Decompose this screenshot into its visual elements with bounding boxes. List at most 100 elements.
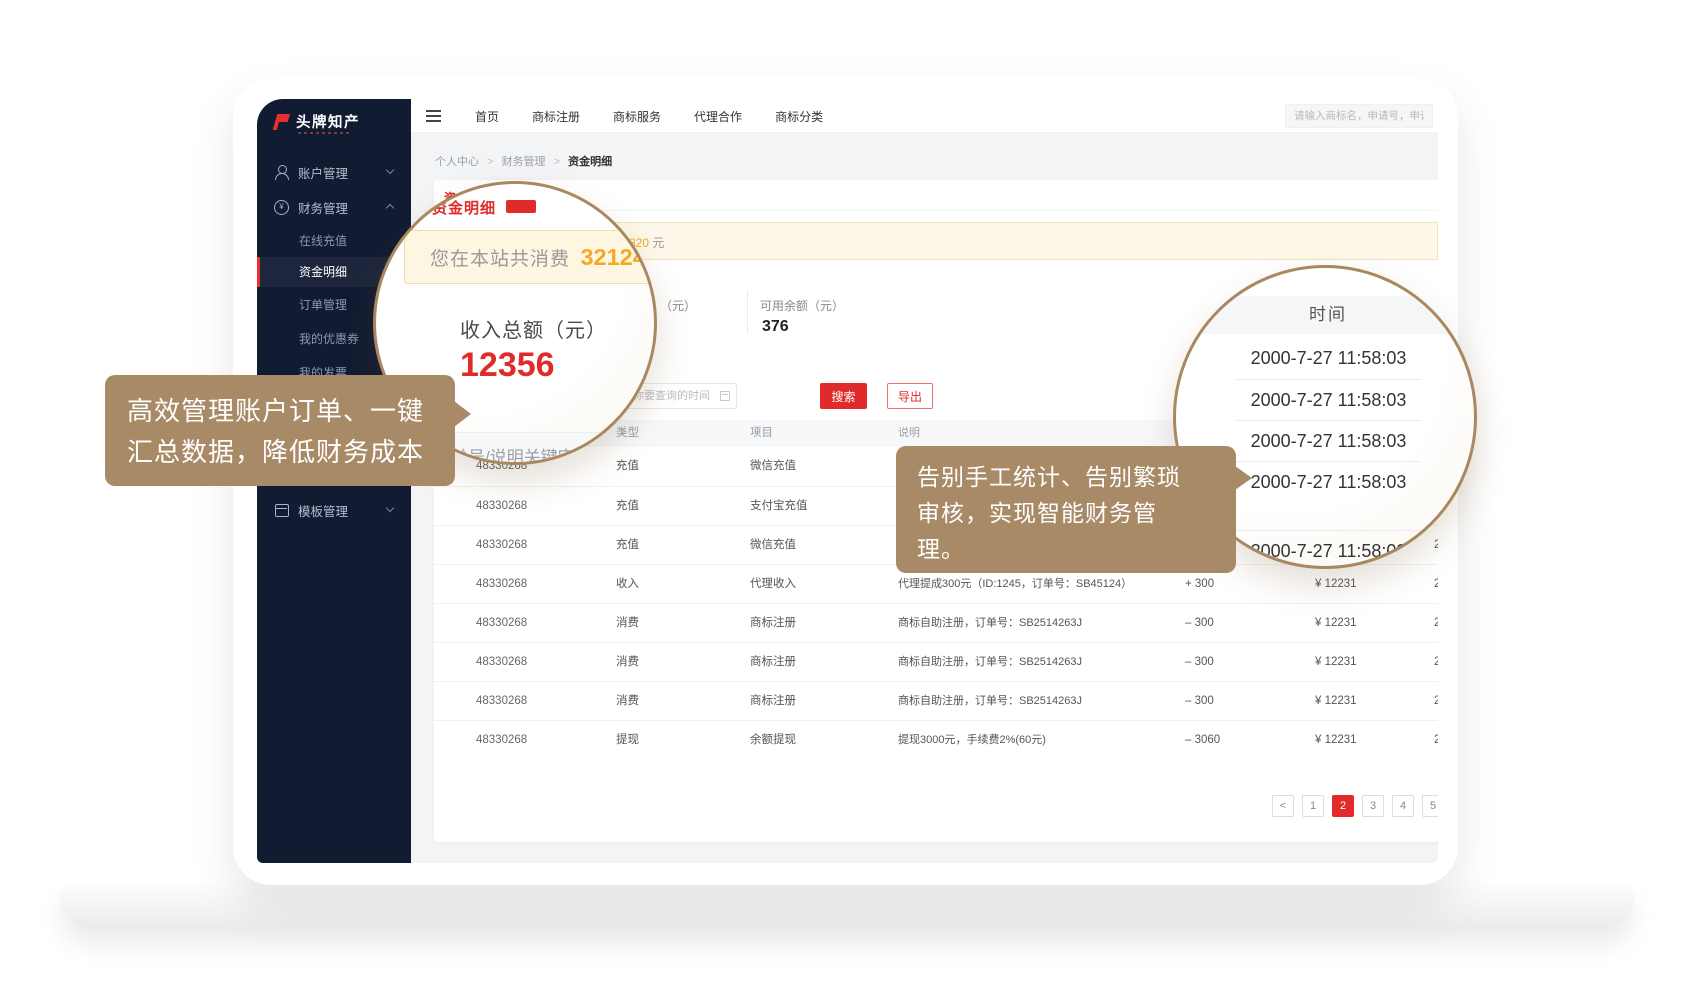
expense-stat-label: （元） [660, 297, 696, 314]
header-project[interactable]: 项目 [750, 420, 760, 447]
pagination-page-4[interactable]: 4 [1392, 795, 1414, 817]
tooltip-left-line2: 汇总数据，降低财务成本 [127, 432, 455, 473]
pagination: < 1 2 3 4 5 [1272, 795, 1438, 817]
header-project-label: 项目 [750, 420, 773, 447]
top-navbar: 首页 商标注册 商标服务 代理合作 商标分类 [411, 99, 1438, 133]
tooltip-left-line1: 高效管理账户订单、一键 [127, 391, 455, 432]
cell-amount: – 300 [1185, 682, 1214, 721]
tooltip-right: 告别手工统计、告别繁琐 审核，实现智能财务管 理。 [896, 446, 1236, 573]
search-button[interactable]: 搜索 [820, 383, 867, 409]
pagination-page-3[interactable]: 3 [1362, 795, 1384, 817]
sidebar-item-account[interactable]: 账户管理 [257, 157, 411, 187]
breadcrumb-item[interactable]: 个人中心 [435, 156, 479, 168]
cell-desc: 商标自助注册，订单号：SB2514263J [898, 604, 1082, 643]
balance-stat-value: 376 [762, 318, 789, 336]
finance-icon [274, 200, 288, 214]
pagination-page-5[interactable]: 5 [1422, 795, 1438, 817]
lens-card-tab: 资金明细 [432, 197, 496, 218]
person-icon [274, 165, 288, 179]
template-icon [274, 503, 288, 517]
cell-amount: – 3060 [1185, 721, 1220, 760]
lens-time-row: 2000-7-27 11:58:03 [1236, 461, 1421, 502]
tooltip-left: 高效管理账户订单、一键 汇总数据，降低财务成本 [105, 375, 455, 486]
breadcrumb-separator: > [487, 156, 493, 168]
table-row: 48330268 消费 商标注册 商标自助注册，订单号：SB2514263J –… [434, 603, 1438, 642]
cell-desc: 商标自助注册，订单号：SB2514263J [898, 682, 1082, 721]
cell-order: 48330268 [476, 565, 527, 604]
cell-time: 2000-7-27 11:58:03 [1434, 604, 1438, 643]
cell-desc: 提现3000元，手续费2%(60元) [898, 721, 1046, 760]
cell-type: 充值 [616, 526, 639, 565]
brand-logo-icon [273, 113, 290, 130]
pagination-prev[interactable]: < [1272, 795, 1294, 817]
nav-link-trademark-register[interactable]: 商标注册 [532, 108, 580, 125]
pagination-page-2-active[interactable]: 2 [1332, 795, 1354, 817]
table-row: 48330268 消费 商标注册 商标自助注册，订单号：SB2514263J –… [434, 642, 1438, 681]
breadcrumb: 个人中心 > 财务管理 > 资金明细 [435, 153, 612, 169]
nav-link-agency[interactable]: 代理合作 [694, 108, 742, 125]
lens-banner-prefix: 您在本站共消费 [430, 249, 570, 270]
trademark-search-input[interactable] [1285, 104, 1433, 128]
cell-balance: ¥ 12231 [1315, 604, 1357, 643]
cell-type: 消费 [616, 682, 639, 721]
chevron-up-icon [386, 204, 394, 212]
banner-unit: 元 [652, 236, 664, 250]
cell-project: 代理收入 [750, 565, 796, 604]
cell-amount: – 300 [1185, 643, 1214, 682]
sidebar-subitem-recharge[interactable]: 在线充值 [257, 226, 411, 256]
cell-type: 消费 [616, 604, 639, 643]
lens-time-row: 2000-7-27 11:58:03 [1236, 420, 1421, 461]
cell-project: 支付宝充值 [750, 487, 808, 526]
cell-project: 商标注册 [750, 604, 796, 643]
cell-balance: ¥ 12231 [1315, 643, 1357, 682]
tooltip-right-line1: 告别手工统计、告别繁琐 [917, 459, 1236, 495]
cell-project: 商标注册 [750, 682, 796, 721]
table-row: 48330268 消费 商标注册 商标自助注册，订单号：SB2514263J –… [434, 681, 1438, 720]
lens-header-order: 订单号/说明关键字 [434, 443, 575, 465]
lens-time-row: 2000-7-27 11:58:03 [1236, 530, 1421, 569]
sidebar-item-templates[interactable]: 模板管理 [257, 495, 411, 525]
cell-order: 48330268 [476, 487, 527, 526]
cell-time: 2000-7-27 11:58:03 [1434, 721, 1438, 760]
cell-type: 提现 [616, 721, 639, 760]
lens-red-pill [506, 200, 536, 213]
cell-balance: ¥ 12231 [1315, 565, 1357, 604]
lens-income-label: 收入总额（元） [460, 314, 607, 343]
cell-amount: – 300 [1185, 604, 1214, 643]
breadcrumb-separator: > [554, 156, 560, 168]
brand-subtitle [298, 132, 352, 134]
breadcrumb-item[interactable]: 财务管理 [502, 156, 546, 168]
cell-project: 微信充值 [750, 447, 796, 486]
chevron-down-icon [386, 166, 394, 174]
cell-type: 消费 [616, 643, 639, 682]
lens-income-value: 12356 [460, 346, 555, 385]
lens-banner: 您在本站共消费 32124 大 [404, 230, 657, 284]
nav-link-trademark-class[interactable]: 商标分类 [775, 108, 823, 125]
export-button[interactable]: 导出 [887, 383, 933, 409]
nav-link-home[interactable]: 首页 [475, 108, 499, 125]
balance-stat-label: 可用余额（元） [760, 297, 844, 314]
lens-banner-amount: 32124 [580, 244, 645, 270]
cell-balance: ¥ 12231 [1315, 682, 1357, 721]
chevron-down-icon [386, 504, 394, 512]
nav-links: 首页 商标注册 商标服务 代理合作 商标分类 [475, 99, 823, 133]
cell-time: 2000-7-27 11:58:03 [1434, 565, 1438, 604]
nav-link-trademark-service[interactable]: 商标服务 [613, 108, 661, 125]
sidebar-item-finance[interactable]: 财务管理 [257, 192, 411, 222]
hamburger-menu-icon[interactable] [426, 110, 441, 122]
sidebar-item-label: 模板管理 [298, 501, 348, 520]
lens-time-header: 时间 [1176, 296, 1477, 334]
cell-project: 余额提现 [750, 721, 796, 760]
breadcrumb-current: 资金明细 [568, 156, 612, 168]
sidebar-item-label: 账户管理 [298, 163, 348, 182]
cell-order: 48330268 [476, 721, 527, 760]
cell-project: 商标注册 [750, 643, 796, 682]
pagination-page-1[interactable]: 1 [1302, 795, 1324, 817]
brand-logo[interactable]: 头牌知产 [273, 111, 360, 132]
cell-order: 48330268 [476, 604, 527, 643]
cell-type: 收入 [616, 565, 639, 604]
cell-order: 48330268 [476, 526, 527, 565]
stat-divider [747, 290, 748, 334]
calendar-icon[interactable] [720, 391, 730, 401]
cell-order: 48330268 [476, 643, 527, 682]
